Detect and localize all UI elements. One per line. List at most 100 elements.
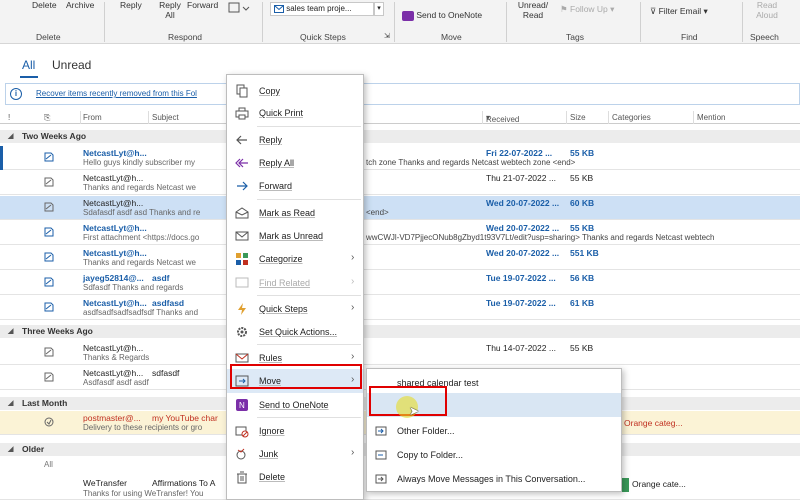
envelope-icon bbox=[274, 4, 284, 13]
table-row-selected[interactable]: NetcastLyt@h... Sdafasdf asdf asd Thanks… bbox=[0, 196, 800, 220]
menu-item-label: Mark as Read bbox=[259, 208, 316, 218]
table-row[interactable]: NetcastLyt@h... First attachment <https:… bbox=[0, 221, 800, 245]
collapse-icon[interactable]: ◢ bbox=[8, 443, 13, 456]
forward-button[interactable]: Forward bbox=[187, 0, 218, 10]
menu-item-copy[interactable]: Copy bbox=[227, 79, 363, 103]
quick-steps-dropdown-icon[interactable]: ▾ bbox=[374, 2, 384, 16]
info-icon: i bbox=[10, 88, 22, 100]
forward-icon bbox=[237, 181, 248, 191]
group-header-two-weeks[interactable]: ◢ Two Weeks Ago bbox=[0, 130, 800, 143]
row-preview: First attachment <https://docs.go bbox=[83, 233, 200, 242]
column-mention[interactable]: Mention bbox=[697, 113, 725, 122]
submenu-item-always-move[interactable]: Always Move Messages in This Conversatio… bbox=[367, 467, 621, 491]
onenote-icon bbox=[402, 10, 414, 21]
table-row[interactable]: NetcastLyt@h... Thanks & Regards Thu 14-… bbox=[0, 341, 800, 365]
menu-item-label: Reply All bbox=[259, 158, 295, 168]
column-header: ! ⎘ From Subject Received ▾ Size Categor… bbox=[0, 111, 800, 124]
attachment-column-icon[interactable]: ⎘ bbox=[44, 113, 50, 123]
quick-steps-selector[interactable]: sales team proje... bbox=[270, 2, 374, 16]
row-subject: asdf bbox=[152, 273, 170, 283]
menu-item-quick-print[interactable]: Quick Print bbox=[227, 101, 363, 125]
collapse-icon[interactable]: ◢ bbox=[8, 130, 13, 143]
unread-read-button[interactable]: Unread/ Read bbox=[514, 0, 552, 20]
dialog-launcher-icon[interactable]: ⇲ bbox=[384, 32, 390, 42]
menu-item-mark-as-read[interactable]: Mark as Read bbox=[227, 201, 363, 225]
find-related-icon bbox=[235, 277, 249, 288]
column-divider[interactable] bbox=[566, 111, 567, 124]
column-divider[interactable] bbox=[148, 111, 149, 124]
menu-item-ignore[interactable]: Ignore bbox=[227, 419, 363, 443]
menu-item-junk[interactable]: Junk › bbox=[227, 442, 363, 466]
submenu-item-label: Other Folder... bbox=[397, 426, 455, 436]
menu-item-find-related[interactable]: Find Related › bbox=[227, 271, 363, 295]
column-divider[interactable] bbox=[80, 111, 81, 124]
column-divider[interactable] bbox=[608, 111, 609, 124]
message-icon bbox=[44, 372, 54, 382]
menu-item-reply[interactable]: Reply bbox=[227, 128, 363, 152]
menu-item-reply-all[interactable]: Reply All bbox=[227, 151, 363, 175]
delete-button[interactable]: Delete bbox=[32, 0, 57, 10]
table-row[interactable]: jayeg52814@... asdf Sdfasdf Thanks and r… bbox=[0, 271, 800, 295]
collapse-icon[interactable]: ◢ bbox=[8, 397, 13, 410]
table-row[interactable]: NetcastLyt@h... Hello guys kindly subscr… bbox=[0, 146, 800, 170]
recover-items-infobar: i Recover items recently removed from th… bbox=[5, 83, 800, 105]
row-preview-tail: tch zone Thanks and regards Netcast webt… bbox=[366, 158, 576, 167]
row-from: NetcastLyt@h... bbox=[83, 148, 147, 158]
reply-all-button[interactable]: Reply All bbox=[156, 0, 184, 20]
submenu-item-other-folder[interactable]: Other Folder... bbox=[367, 419, 621, 443]
recover-items-link[interactable]: Recover items recently removed from this… bbox=[36, 89, 197, 98]
column-categories[interactable]: Categories bbox=[612, 113, 651, 122]
mark-unread-icon bbox=[235, 231, 249, 241]
row-preview: Thanks and regards Netcast we bbox=[83, 258, 196, 267]
group-header-three-weeks[interactable]: ◢ Three Weeks Ago bbox=[0, 325, 800, 338]
column-received[interactable]: Received ▾ bbox=[486, 113, 519, 124]
tab-all[interactable]: All bbox=[22, 58, 35, 72]
gear-icon bbox=[237, 327, 247, 337]
menu-separator bbox=[257, 417, 361, 418]
menu-item-label: Find Related bbox=[259, 278, 311, 288]
table-row[interactable]: NetcastLyt@h... Thanks and regards Netca… bbox=[0, 171, 800, 195]
row-from: NetcastLyt@h... bbox=[83, 368, 144, 378]
column-divider[interactable] bbox=[693, 111, 694, 124]
read-aloud-button[interactable]: Read Aloud bbox=[752, 0, 782, 20]
table-row[interactable]: NetcastLyt@h... asdfasd asdfsadfsadfsadf… bbox=[0, 296, 800, 320]
column-divider[interactable] bbox=[482, 111, 483, 124]
filter-email-button[interactable]: ⊽ Filter Email ▾ bbox=[650, 6, 708, 16]
tab-unread[interactable]: Unread bbox=[52, 58, 91, 72]
menu-item-mark-as-unread[interactable]: Mark as Unread bbox=[227, 224, 363, 248]
ribbon-divider bbox=[394, 2, 395, 42]
send-to-onenote-button[interactable]: Send to OneNote bbox=[402, 10, 482, 21]
menu-item-quick-steps[interactable]: Quick Steps › bbox=[227, 297, 363, 321]
column-size[interactable]: Size bbox=[570, 113, 586, 122]
archive-button[interactable]: Archive bbox=[66, 0, 94, 10]
row-from: NetcastLyt@h... bbox=[83, 173, 144, 183]
table-row[interactable]: NetcastLyt@h... Thanks and regards Netca… bbox=[0, 246, 800, 270]
group-label-quick-steps: Quick Steps bbox=[300, 32, 346, 42]
more-respond-icon[interactable] bbox=[228, 2, 250, 16]
message-icon bbox=[44, 277, 54, 287]
row-from: WeTransfer bbox=[83, 478, 127, 488]
menu-item-categorize[interactable]: Categorize › bbox=[227, 247, 363, 271]
ribbon-divider bbox=[262, 2, 263, 42]
menu-item-delete[interactable]: Delete bbox=[227, 465, 363, 489]
row-category: Orange categ... bbox=[624, 418, 683, 428]
importance-column-icon[interactable]: ! bbox=[8, 113, 10, 122]
submenu-item-copy-to-folder[interactable]: Copy to Folder... bbox=[367, 443, 621, 467]
menu-item-set-quick-actions[interactable]: Set Quick Actions... bbox=[227, 320, 363, 344]
row-preview-tail: wwCWJl-VD7PjjecONub8gZbyd1t93V7Lt/edit?u… bbox=[366, 233, 715, 242]
reply-all-icon bbox=[235, 158, 248, 168]
column-received-label: Received bbox=[486, 115, 520, 124]
tab-all-underline bbox=[20, 76, 38, 78]
menu-item-label: Set Quick Actions... bbox=[259, 327, 338, 337]
menu-item-forward[interactable]: Forward bbox=[227, 174, 363, 198]
collapse-icon[interactable]: ◢ bbox=[8, 325, 13, 338]
row-size: 56 KB bbox=[570, 273, 595, 283]
follow-up-button[interactable]: ⚑ Follow Up ▾ bbox=[560, 4, 614, 14]
print-icon bbox=[235, 107, 249, 120]
reply-button[interactable]: Reply bbox=[120, 0, 142, 10]
row-size: 61 KB bbox=[570, 298, 595, 308]
column-from[interactable]: From bbox=[83, 113, 102, 122]
menu-item-send-to-onenote[interactable]: N Send to OneNote bbox=[227, 393, 363, 417]
older-all-label: All bbox=[44, 460, 53, 469]
column-subject[interactable]: Subject bbox=[152, 113, 179, 122]
